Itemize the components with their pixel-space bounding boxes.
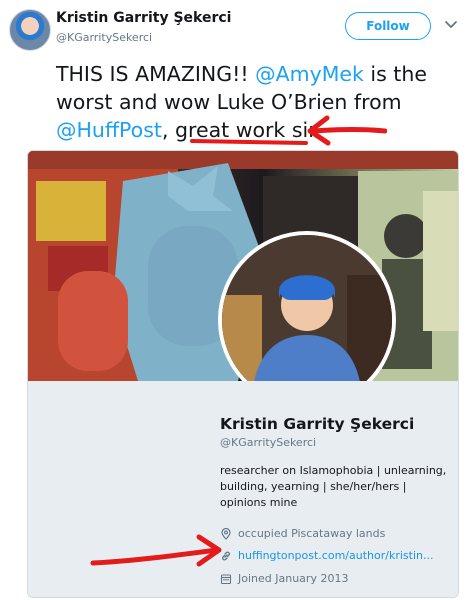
embedded-profile-card[interactable]: Kristin Garrity Şekerci @KGarritySekerci… <box>27 150 459 598</box>
profile-bio: researcher on Islamophobia | unlearning,… <box>220 464 447 509</box>
red-arrow-icon <box>307 115 387 146</box>
mention-amymek[interactable]: @AmyMek <box>255 62 364 86</box>
tweet-text-part1: THIS IS AMAZING!! <box>56 62 256 86</box>
follow-button[interactable]: Follow <box>345 12 431 40</box>
chevron-down-icon[interactable] <box>444 17 458 31</box>
calendar-icon <box>220 573 232 584</box>
author-name[interactable]: Kristin Garrity Şekerci <box>56 10 231 26</box>
profile-name[interactable]: Kristin Garrity Şekerci <box>220 415 414 433</box>
profile-photo[interactable] <box>218 231 396 381</box>
profile-banner <box>28 151 458 381</box>
profile-join-date-text: Joined January 2013 <box>238 572 349 585</box>
profile-website-link[interactable]: huffingtonpost.com/author/kristin... <box>238 549 433 562</box>
author-handle[interactable]: @KGarritySekerci <box>56 31 152 44</box>
red-underline <box>189 138 309 146</box>
avatar[interactable] <box>9 9 51 51</box>
profile-location-text: occupied Piscataway lands <box>238 527 386 540</box>
mention-huffpost[interactable]: @HuffPost <box>56 118 162 142</box>
profile-join-date: Joined January 2013 <box>220 572 348 585</box>
tweet-text: THIS IS AMAZING!! @AmyMek is the worst a… <box>56 60 461 144</box>
profile-handle[interactable]: @KGarritySekerci <box>220 436 316 449</box>
profile-location: occupied Piscataway lands <box>220 527 385 540</box>
profile-website[interactable]: huffingtonpost.com/author/kristin... <box>220 549 433 562</box>
tweet-text-part3: , great work sir. <box>161 118 322 142</box>
red-arrow-icon <box>90 534 222 567</box>
